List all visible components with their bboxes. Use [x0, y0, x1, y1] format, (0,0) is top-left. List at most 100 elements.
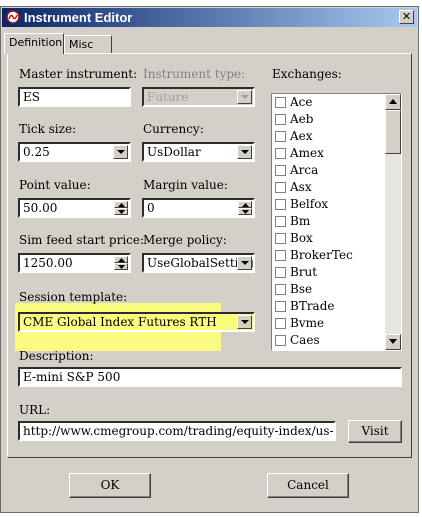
- tick-size-value: 0.25: [23, 145, 50, 159]
- exchange-checkbox[interactable]: [275, 233, 286, 244]
- exchange-label: Aex: [290, 129, 313, 143]
- exchanges-listbox[interactable]: Ace Aeb Aex Amex Arca Asx Belfox Bm Box …: [271, 93, 402, 351]
- exchange-label: Ace: [290, 95, 313, 109]
- spin-down-icon: [118, 265, 125, 269]
- chevron-down-icon: [241, 95, 249, 99]
- sim-feed-start-price-value: 1250.00: [23, 256, 73, 270]
- tab-definition[interactable]: Definition: [4, 33, 64, 54]
- exchange-checkbox[interactable]: [275, 335, 286, 346]
- scroll-up-button[interactable]: [385, 94, 401, 110]
- tab-misc[interactable]: Misc: [64, 35, 112, 54]
- list-item[interactable]: Caes: [272, 332, 401, 349]
- list-item[interactable]: Bvme: [272, 315, 401, 332]
- cancel-button-label: Cancel: [287, 478, 329, 492]
- chevron-down-icon: [117, 150, 125, 154]
- exchange-label: Belfox: [290, 197, 329, 211]
- session-template-dropdown-button[interactable]: [237, 315, 252, 329]
- list-item[interactable]: Brut: [272, 264, 401, 281]
- visit-button[interactable]: Visit: [348, 420, 402, 443]
- cancel-button[interactable]: Cancel: [267, 473, 349, 498]
- app-logo-icon: [6, 10, 20, 24]
- list-item[interactable]: Arca: [272, 162, 401, 179]
- spin-down-button[interactable]: [114, 208, 128, 215]
- instrument-type-select[interactable]: Future: [142, 87, 255, 107]
- list-item[interactable]: Aeb: [272, 111, 401, 128]
- list-item[interactable]: Bm: [272, 213, 401, 230]
- spin-up-button[interactable]: [238, 201, 252, 208]
- exchange-checkbox[interactable]: [275, 250, 286, 261]
- list-item[interactable]: Asx: [272, 179, 401, 196]
- exchange-checkbox[interactable]: [275, 114, 286, 125]
- list-item[interactable]: Aex: [272, 128, 401, 145]
- chevron-down-icon: [241, 320, 249, 324]
- exchange-label: Bm: [290, 214, 311, 228]
- spin-up-button[interactable]: [114, 201, 128, 208]
- point-value-label: Point value:: [19, 178, 91, 192]
- list-item[interactable]: Amex: [272, 145, 401, 162]
- list-item[interactable]: Ace: [272, 94, 401, 111]
- margin-value-input[interactable]: 0: [142, 198, 255, 218]
- exchange-label: Aeb: [290, 112, 314, 126]
- exchanges-scrollbar[interactable]: [385, 94, 401, 350]
- exchanges-label: Exchanges:: [272, 67, 342, 81]
- chevron-down-icon: [241, 150, 249, 154]
- url-input[interactable]: http://www.cmegroup.com/trading/equity-i…: [18, 421, 336, 441]
- currency-select[interactable]: UsDollar: [142, 142, 255, 162]
- currency-dropdown-button[interactable]: [237, 145, 252, 159]
- instrument-type-dropdown-button[interactable]: [237, 90, 252, 104]
- exchange-checkbox[interactable]: [275, 131, 286, 142]
- spin-up-icon: [118, 203, 125, 207]
- tab-definition-label: Definition: [9, 36, 63, 49]
- exchange-checkbox[interactable]: [275, 301, 286, 312]
- merge-policy-label: Merge policy:: [143, 233, 227, 247]
- instrument-type-value: Future: [147, 90, 189, 104]
- merge-policy-select[interactable]: UseGlobalSettings: [142, 253, 255, 273]
- description-label: Description:: [19, 349, 94, 363]
- spin-up-icon: [118, 258, 125, 262]
- title-bar[interactable]: Instrument Editor ✕: [2, 8, 417, 27]
- exchange-checkbox[interactable]: [275, 267, 286, 278]
- spin-up-button[interactable]: [114, 256, 128, 263]
- spin-down-button[interactable]: [238, 208, 252, 215]
- point-value-value: 50.00: [23, 201, 58, 215]
- list-item[interactable]: BrokerTec: [272, 247, 401, 264]
- session-template-select[interactable]: CME Global Index Futures RTH: [18, 312, 255, 332]
- close-button[interactable]: ✕: [399, 10, 414, 24]
- scroll-thumb[interactable]: [385, 110, 401, 154]
- master-instrument-input[interactable]: ES: [18, 87, 131, 107]
- margin-value-spinner[interactable]: [238, 201, 252, 215]
- exchange-label: Asx: [290, 180, 312, 194]
- scroll-down-button[interactable]: [385, 334, 401, 350]
- list-item[interactable]: Belfox: [272, 196, 401, 213]
- url-label: URL:: [19, 403, 51, 417]
- margin-value-value: 0: [147, 201, 155, 215]
- merge-policy-dropdown-button[interactable]: [237, 256, 252, 270]
- exchange-label: Box: [290, 231, 313, 245]
- description-input[interactable]: E-mini S&P 500: [18, 367, 402, 387]
- exchange-label: Bvme: [290, 316, 325, 330]
- sim-feed-start-price-spinner[interactable]: [114, 256, 128, 270]
- exchange-checkbox[interactable]: [275, 318, 286, 329]
- ok-button[interactable]: OK: [69, 473, 151, 498]
- chevron-up-icon: [389, 99, 397, 104]
- point-value-input[interactable]: 50.00: [18, 198, 131, 218]
- spin-up-icon: [242, 203, 249, 207]
- exchange-checkbox[interactable]: [275, 284, 286, 295]
- exchange-checkbox[interactable]: [275, 199, 286, 210]
- margin-value-label: Margin value:: [143, 178, 228, 192]
- tick-size-dropdown-button[interactable]: [113, 145, 128, 159]
- tick-size-select[interactable]: 0.25: [18, 142, 131, 162]
- exchange-checkbox[interactable]: [275, 148, 286, 159]
- exchange-label: Caes: [290, 333, 320, 347]
- exchange-checkbox[interactable]: [275, 216, 286, 227]
- list-item[interactable]: BTrade: [272, 298, 401, 315]
- list-item[interactable]: Box: [272, 230, 401, 247]
- exchange-checkbox[interactable]: [275, 182, 286, 193]
- point-value-spinner[interactable]: [114, 201, 128, 215]
- currency-value: UsDollar: [147, 145, 201, 159]
- list-item[interactable]: Bse: [272, 281, 401, 298]
- exchange-checkbox[interactable]: [275, 165, 286, 176]
- spin-down-button[interactable]: [114, 263, 128, 270]
- sim-feed-start-price-input[interactable]: 1250.00: [18, 253, 131, 273]
- exchange-checkbox[interactable]: [275, 97, 286, 108]
